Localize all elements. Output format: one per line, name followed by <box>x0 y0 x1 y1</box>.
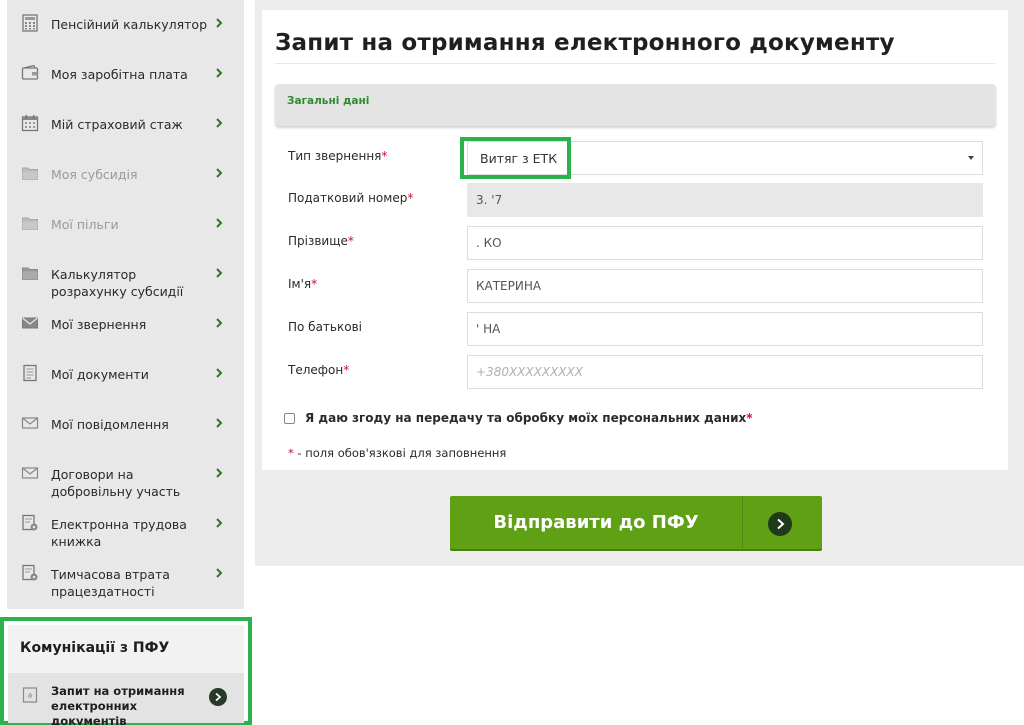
chevron-right-icon <box>215 416 223 430</box>
submit-button-label: Відправити до ПФУ <box>493 512 699 533</box>
communications-header[interactable]: Комунікації з ПФУ <box>8 625 244 673</box>
sidebar-item-insurance-record[interactable]: Мій страховий стаж <box>7 100 244 150</box>
document-icon <box>21 686 39 704</box>
sidebar-item-label: Електронна трудова книжка <box>51 517 187 549</box>
sidebar-item-label: Тимчасова втрата працездатності <box>51 567 170 599</box>
chevron-right-icon <box>215 16 223 30</box>
request-type-label: Тип звернення* <box>288 149 388 163</box>
phone-field[interactable]: +380XXXXXXXXX <box>467 355 983 389</box>
envelope-icon <box>21 464 39 482</box>
chevron-right-icon <box>215 516 223 530</box>
wallet-icon <box>21 64 39 82</box>
chevron-right-icon <box>215 366 223 380</box>
title-divider <box>275 63 995 64</box>
sidebar-item-label: Договори на добровільну участь <box>51 467 181 499</box>
chevron-right-icon <box>215 216 223 230</box>
communications-title: Комунікації з ПФУ <box>20 640 170 656</box>
envelope-icon <box>21 314 39 332</box>
chevron-right-icon <box>215 116 223 130</box>
sidebar: Пенсійний калькулятор Моя заробітна плат… <box>7 0 244 609</box>
chevron-right-icon <box>215 466 223 480</box>
section-title: Загальні дані <box>287 95 370 107</box>
surname-label: Прізвище* <box>288 234 354 248</box>
sidebar-item-voluntary-contracts[interactable]: Договори на добровільну участь <box>7 450 244 500</box>
sidebar-item-e-workbook[interactable]: Електронна трудова книжка <box>7 500 244 550</box>
workbook-icon <box>21 564 39 582</box>
sidebar-item-salary[interactable]: Моя заробітна плата <box>7 50 244 100</box>
sidebar-item-pension-calculator[interactable]: Пенсійний калькулятор <box>7 0 244 50</box>
tax-number-field: 3. '7 <box>467 183 983 217</box>
sidebar-item-label: Мої звернення <box>51 317 147 332</box>
consent-label[interactable]: Я даю згоду на передачу та обробку моїх … <box>305 411 753 425</box>
surname-field[interactable]: . КО <box>467 226 983 260</box>
patronymic-label: По батькові <box>288 320 362 334</box>
form-card: Запит на отримання електронного документ… <box>262 10 1008 470</box>
chevron-right-icon <box>215 566 223 580</box>
request-type-select[interactable]: Витяг з ЕТК <box>467 141 983 175</box>
sidebar-item-label: Моя субсидія <box>51 167 138 182</box>
arrow-right-circle-icon <box>209 688 227 706</box>
folder-icon <box>21 214 39 232</box>
calculator-icon <box>21 14 39 32</box>
sidebar-item-label: Пенсійний калькулятор <box>51 17 208 32</box>
sidebar-item-label: Мої повідомлення <box>51 417 169 432</box>
sidebar-item-label: Мої пільги <box>51 217 119 232</box>
sidebar-item-documents[interactable]: Мої документи <box>7 350 244 400</box>
page-title: Запит на отримання електронного документ… <box>275 30 895 56</box>
envelope-icon <box>21 414 39 432</box>
arrow-right-circle-icon <box>768 512 792 536</box>
workbook-icon <box>21 514 39 532</box>
required-fields-note: * - поля обов'язкові для заповнення <box>288 446 507 460</box>
sidebar-item-messages[interactable]: Мої повідомлення <box>7 400 244 450</box>
chevron-right-icon <box>215 66 223 80</box>
sidebar-item-subsidy-calculator[interactable]: Калькулятор розрахунку субсидії <box>7 250 244 300</box>
phone-label: Телефон* <box>288 363 350 377</box>
name-label: Ім'я* <box>288 277 318 291</box>
chevron-right-icon <box>215 316 223 330</box>
section-header[interactable]: Загальні дані <box>275 84 996 126</box>
request-type-value: Витяг з ЕТК <box>480 151 558 166</box>
button-divider <box>742 496 743 549</box>
sidebar-item-label: Мій страховий стаж <box>51 117 183 132</box>
sidebar-item-label: Мої документи <box>51 367 149 382</box>
folder-icon <box>21 264 39 282</box>
sidebar-item-temporary-disability[interactable]: Тимчасова втрата працездатності <box>7 550 244 600</box>
sidebar-item-electronic-documents-request[interactable]: Запит на отримання електронних документі… <box>8 673 244 725</box>
calendar-icon <box>21 114 39 132</box>
tax-number-label: Податковий номер* <box>288 191 414 205</box>
sidebar-item-label: Моя заробітна плата <box>51 67 188 82</box>
sidebar-item-benefits[interactable]: Мої пільги <box>7 200 244 250</box>
sidebar-item-subsidy[interactable]: Моя субсидія <box>7 150 244 200</box>
name-field[interactable]: КАТЕРИНА <box>467 269 983 303</box>
chevron-right-icon <box>215 266 223 280</box>
patronymic-field[interactable]: ' НА <box>467 312 983 346</box>
sidebar-item-requests[interactable]: Мої звернення <box>7 300 244 350</box>
caret-down-icon <box>968 156 974 160</box>
sidebar-item-label: Запит на отримання електронних документі… <box>51 684 185 725</box>
submit-to-pfu-button[interactable]: Відправити до ПФУ <box>450 496 822 551</box>
folder-icon <box>21 164 39 182</box>
chevron-right-icon <box>215 166 223 180</box>
main-panel: Запит на отримання електронного документ… <box>255 0 1024 566</box>
communications-section: Комунікації з ПФУ Запит на отримання еле… <box>0 617 252 725</box>
sidebar-item-label: Калькулятор розрахунку субсидії <box>51 267 184 299</box>
document-icon <box>21 364 39 382</box>
consent-checkbox[interactable] <box>284 413 295 424</box>
